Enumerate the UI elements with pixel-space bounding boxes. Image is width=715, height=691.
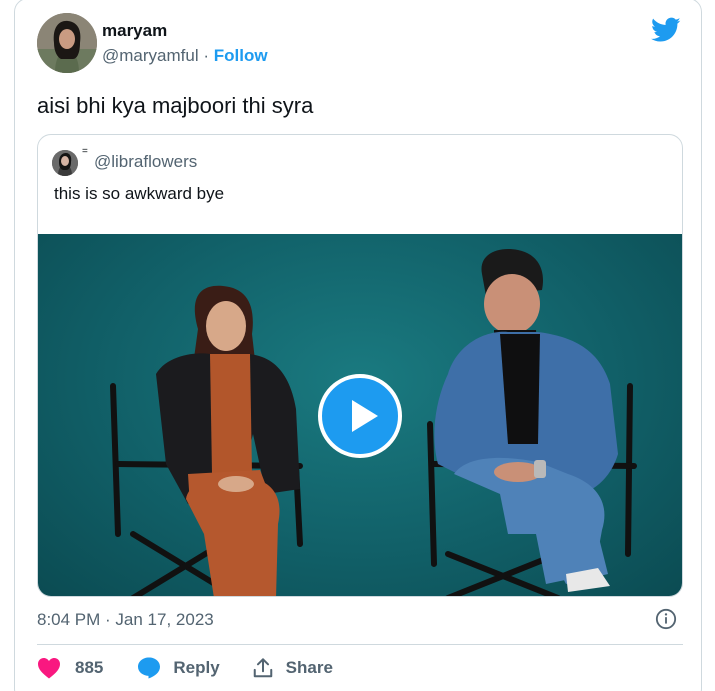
video-thumbnail[interactable] — [38, 234, 682, 596]
action-bar: 885 Reply Share — [37, 656, 333, 680]
reply-bubble-icon — [138, 657, 161, 679]
tweet-embed-card: maryam @maryamful · Follow aisi bhi kya … — [14, 0, 702, 691]
share-label: Share — [285, 658, 333, 677]
author-name[interactable]: maryam — [102, 21, 167, 41]
like-button[interactable]: 885 — [37, 657, 103, 679]
quoted-handle[interactable]: @libraflowers — [94, 152, 197, 172]
quoted-tweet[interactable]: = @libraflowers this is so awkward bye — [37, 134, 683, 597]
twitter-bird-icon[interactable] — [651, 17, 681, 43]
like-count: 885 — [75, 658, 104, 677]
follow-link[interactable]: Follow — [214, 46, 268, 65]
tweet-timestamp[interactable]: 8:04 PM · Jan 17, 2023 — [37, 610, 214, 630]
quoted-name-mark: = — [82, 146, 88, 157]
quoted-avatar[interactable] — [52, 150, 78, 176]
author-handle[interactable]: @maryamful — [102, 46, 199, 65]
author-avatar[interactable] — [37, 13, 97, 73]
reply-button[interactable]: Reply — [137, 656, 220, 680]
reply-label: Reply — [173, 658, 220, 677]
share-icon — [253, 658, 272, 678]
play-button[interactable] — [318, 374, 402, 458]
heart-icon — [38, 658, 60, 679]
share-button[interactable]: Share — [252, 657, 333, 679]
action-divider — [37, 644, 683, 645]
handle-separator: · — [203, 46, 210, 65]
info-icon[interactable] — [655, 608, 677, 630]
author-handle-line: @maryamful · Follow — [102, 46, 268, 66]
tweet-text: aisi bhi kya majboori thi syra — [37, 93, 314, 118]
play-icon — [352, 400, 378, 432]
quoted-text: this is so awkward bye — [54, 184, 225, 203]
